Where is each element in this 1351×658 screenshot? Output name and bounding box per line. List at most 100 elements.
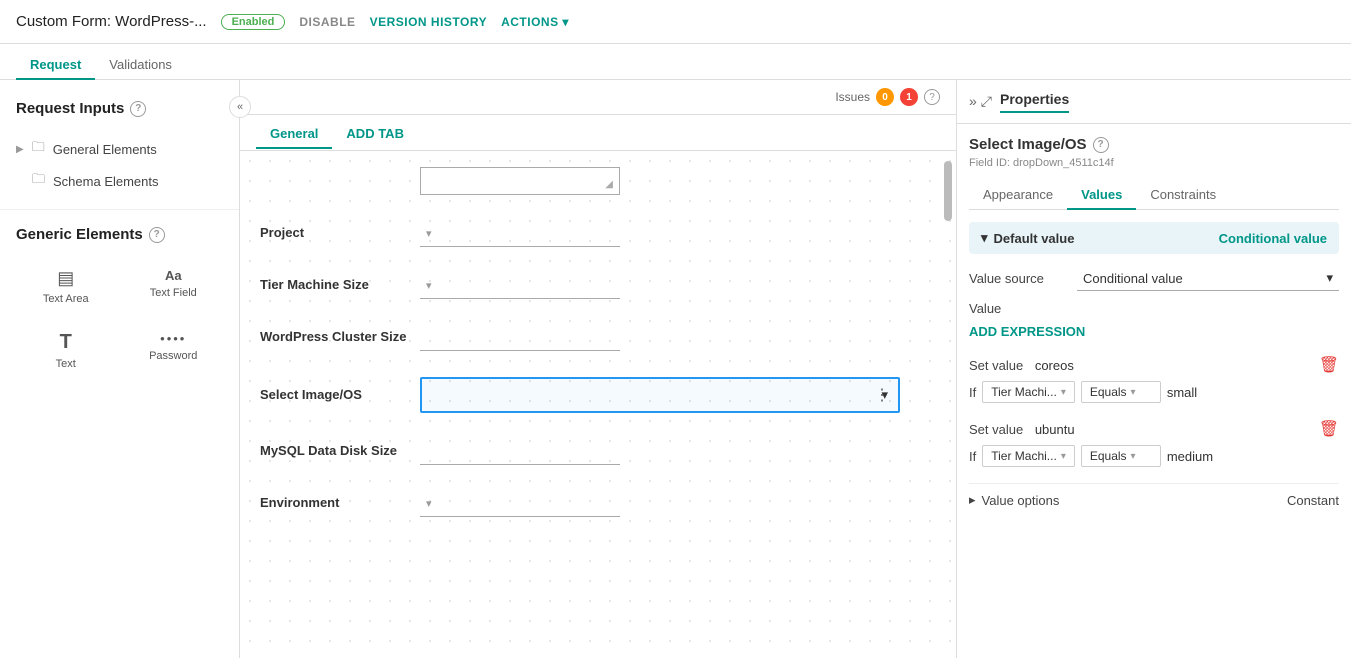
generic-element-text-area[interactable]: ▤ Text Area (16, 259, 116, 314)
default-value-row[interactable]: ▾ Default value Conditional value (969, 222, 1339, 254)
field-input-mysql-data-disk-size[interactable] (420, 439, 620, 465)
field-input-select-image-os[interactable]: ▾ ⋮ (420, 377, 900, 413)
condition-op-arrow-icon: ▾ (1131, 387, 1136, 398)
dropdown-arrow-icon: ▾ (426, 279, 432, 292)
sidebar-collapse-button[interactable]: « (229, 96, 251, 118)
text-area-icon: ▤ (57, 268, 74, 289)
if-row-1: If Tier Machi... ▾ Equals ▾ small (969, 381, 1339, 403)
issues-label: Issues (835, 90, 870, 104)
center-panel: Issues 0 1 ? General ADD TAB ◢ Project (240, 80, 956, 658)
generic-element-password[interactable]: •••• Password (124, 322, 224, 379)
add-expression-button[interactable]: ADD EXPRESSION (969, 320, 1085, 343)
field-help-icon[interactable]: ? (1093, 137, 1109, 153)
value-source-row: Value source Conditional value ▾ (969, 266, 1339, 291)
field-row-text-input: ◢ (260, 163, 936, 199)
value-source-label: Value source (969, 271, 1069, 286)
text-input-box[interactable]: ◢ (420, 167, 620, 195)
folder-icon: 🗀 (32, 138, 45, 160)
set-value-val-2: ubuntu (1035, 422, 1075, 437)
generic-element-text[interactable]: T Text (16, 322, 116, 379)
delete-icon-1[interactable]: 🗑 (1319, 355, 1339, 375)
value-options-label: ▸ Value options (969, 492, 1059, 508)
delete-icon-2[interactable]: 🗑 (1319, 419, 1339, 439)
status-badge: Enabled (221, 14, 286, 30)
field-row-tier-machine-size: Tier Machine Size ▾ (260, 269, 936, 303)
resize-handle-icon: ◢ (605, 179, 613, 190)
condition-field-select-1[interactable]: Tier Machi... ▾ (982, 381, 1075, 403)
password-icon: •••• (160, 331, 186, 346)
set-value-header-1: Set value coreos 🗑 (969, 355, 1339, 375)
set-value-text-2: Set value (969, 422, 1023, 437)
field-input-wordpress-cluster-size[interactable] (420, 325, 620, 351)
value-source-select[interactable]: Conditional value ▾ (1077, 266, 1339, 291)
field-input-project[interactable]: ▾ (420, 221, 620, 247)
tab-request[interactable]: Request (16, 49, 95, 80)
condition-op-arrow-icon-2: ▾ (1131, 451, 1136, 462)
collapse-icon: « (237, 101, 243, 113)
sidebar-item-schema-elements[interactable]: 🗀 Schema Elements (16, 165, 223, 197)
set-value-text-1: Set value (969, 358, 1023, 373)
field-label-mysql-data-disk-size: MySQL Data Disk Size (260, 439, 420, 458)
default-value-arrow-icon: ▾ (981, 230, 988, 246)
prop-tab-values[interactable]: Values (1067, 181, 1136, 210)
canvas-scrollbar[interactable] (944, 151, 952, 658)
form-tab-add[interactable]: ADD TAB (332, 118, 418, 147)
dropdown-arrow-icon: ▾ (426, 497, 432, 510)
generic-elements-help-icon[interactable]: ? (149, 227, 165, 243)
if-label-2: If (969, 449, 976, 464)
prop-tab-constraints[interactable]: Constraints (1136, 181, 1230, 210)
properties-title: Properties (1000, 91, 1069, 113)
request-inputs-title: Request Inputs ? (0, 92, 239, 129)
set-value-header-2: Set value ubuntu 🗑 (969, 419, 1339, 439)
generic-elements-title: Generic Elements ? (0, 218, 239, 255)
panel-collapse-icon[interactable]: » (969, 93, 977, 110)
condition-field-select-2[interactable]: Tier Machi... ▾ (982, 445, 1075, 467)
text-icon: T (60, 331, 72, 354)
field-label-environment: Environment (260, 491, 420, 510)
value-label: Value (969, 301, 1339, 316)
request-inputs-help-icon[interactable]: ? (130, 101, 146, 117)
main-tab-bar: Request Validations (0, 44, 1351, 80)
three-dots-menu-icon[interactable]: ⋮ (874, 385, 890, 405)
field-row-mysql-data-disk-size: MySQL Data Disk Size (260, 435, 936, 469)
field-label-wordpress-cluster-size: WordPress Cluster Size (260, 325, 420, 344)
condition-field-arrow-icon: ▾ (1061, 387, 1066, 398)
field-input-environment[interactable]: ▾ (420, 491, 620, 517)
value-source-arrow-icon: ▾ (1326, 270, 1333, 286)
text-area-label: Text Area (43, 293, 89, 305)
set-value-block-1: Set value coreos 🗑 If Tier Machi... ▾ Eq… (969, 355, 1339, 403)
set-value-block-2: Set value ubuntu 🗑 If Tier Machi... ▾ Eq… (969, 419, 1339, 467)
generic-element-text-field[interactable]: Aa Text Field (124, 259, 224, 314)
field-row-project: Project ▾ (260, 217, 936, 251)
panel-expand-icon[interactable]: ⤢ (981, 93, 992, 110)
prop-tab-appearance[interactable]: Appearance (969, 181, 1067, 210)
folder-icon: 🗀 (32, 170, 45, 192)
version-history-button[interactable]: VERSION HISTORY (370, 15, 488, 29)
form-tab-general[interactable]: General (256, 118, 332, 149)
value-options-row[interactable]: ▸ Value options Constant (969, 483, 1339, 516)
sidebar-item-general-elements[interactable]: ▶ 🗀 General Elements (16, 133, 223, 165)
disable-button[interactable]: DISABLE (299, 15, 355, 29)
value-options-arrow-icon: ▸ (969, 492, 976, 508)
center-panel-header: Issues 0 1 ? (240, 80, 956, 115)
field-input-tier-machine-size[interactable]: ▾ (420, 273, 620, 299)
password-label: Password (149, 350, 197, 362)
field-label-project: Project (260, 221, 420, 240)
dropdown-arrow-icon: ▾ (426, 227, 432, 240)
actions-button[interactable]: ACTIONS ▾ (501, 15, 569, 29)
tab-validations[interactable]: Validations (95, 49, 186, 80)
field-id: Field ID: dropDown_4511c14f (969, 157, 1339, 169)
right-panel-header: » ⤢ Properties (957, 80, 1351, 124)
condition-op-select-2[interactable]: Equals ▾ (1081, 445, 1161, 467)
issues-help-icon[interactable]: ? (924, 89, 940, 105)
field-label-text-input (260, 167, 420, 171)
field-label-tier-machine-size: Tier Machine Size (260, 273, 420, 292)
conditional-value-label: Conditional value (1219, 231, 1327, 246)
right-panel-body: Select Image/OS ? Field ID: dropDown_451… (957, 124, 1351, 658)
text-field-label: Text Field (150, 287, 197, 299)
condition-op-select-1[interactable]: Equals ▾ (1081, 381, 1161, 403)
if-label-1: If (969, 385, 976, 400)
main-layout: « Request Inputs ? ▶ 🗀 General Elements … (0, 80, 1351, 658)
top-bar: Custom Form: WordPress-... Enabled DISAB… (0, 0, 1351, 44)
constant-label: Constant (1287, 493, 1339, 508)
